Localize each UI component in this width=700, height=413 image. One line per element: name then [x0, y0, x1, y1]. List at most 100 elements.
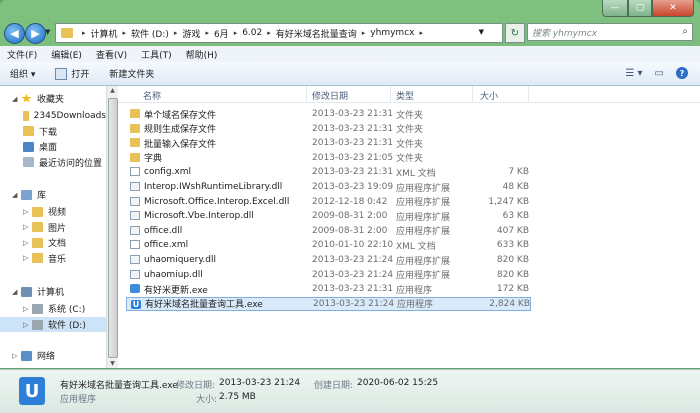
- file-name: 规则生成保存文件: [144, 125, 217, 136]
- breadcrumb-separator-icon[interactable]: ▸: [82, 29, 86, 37]
- file-row[interactable]: 规则生成保存文件 2013-03-23 21:31 文件夹: [126, 122, 531, 136]
- file-row[interactable]: Microsoft.Vbe.Interop.dll 2009-08-31 2:00…: [126, 209, 531, 223]
- column-type[interactable]: 类型: [396, 89, 414, 102]
- scroll-up-icon[interactable]: ▲: [108, 87, 117, 94]
- sidebar-item-library[interactable]: ▷ 音乐: [0, 251, 106, 266]
- search-icon[interactable]: ⌕: [682, 26, 688, 37]
- breadcrumb-separator-icon[interactable]: ▸: [234, 29, 238, 37]
- file-row[interactable]: 批量输入保存文件 2013-03-23 21:31 文件夹: [126, 136, 531, 150]
- expand-chevron-icon[interactable]: ▷: [23, 321, 32, 329]
- menu-item[interactable]: 帮助(H): [179, 48, 225, 61]
- sidebar-favorites[interactable]: ◢ 收藏夹: [0, 91, 106, 106]
- file-date: 2013-03-23 21:31: [312, 167, 394, 178]
- breadcrumb-item[interactable]: 游戏: [182, 27, 200, 40]
- file-type: 应用程序扩展: [396, 198, 451, 209]
- address-bar[interactable]: ▸ 计算机 ▸ 软件 (D:) ▸ 游戏 ▸ 6月 ▸ 6.02 ▸ 有好米域名批量查询 ▸ yhmymc…: [55, 23, 503, 43]
- menu-item[interactable]: 查看(V): [89, 48, 134, 61]
- file-name: 批量输入保存文件: [144, 139, 217, 150]
- folder-icon: [61, 28, 73, 38]
- new-folder-button[interactable]: 新建文件夹: [99, 67, 164, 80]
- forward-button[interactable]: ▶: [25, 23, 46, 44]
- expand-chevron-icon[interactable]: ▷: [23, 223, 32, 231]
- address-history-chevron-icon[interactable]: ▼: [479, 28, 484, 36]
- application-icon: U: [19, 377, 45, 405]
- column-size[interactable]: 大小: [480, 89, 498, 102]
- view-options-icon[interactable]: ☰ ▾: [625, 68, 642, 79]
- file-type: 应用程序: [397, 300, 434, 311]
- help-icon[interactable]: ?: [676, 67, 688, 79]
- close-button[interactable]: ✕: [652, 0, 694, 17]
- fold-icon: [32, 253, 43, 263]
- expand-chevron-icon[interactable]: ▷: [23, 208, 32, 216]
- column-date[interactable]: 修改日期: [312, 89, 348, 102]
- sidebar-item-favorite-label: 最近访问的位置: [39, 158, 103, 169]
- sidebar-libraries[interactable]: ◢ 库: [0, 187, 106, 202]
- breadcrumb-separator-icon[interactable]: ▸: [174, 29, 178, 37]
- expand-chevron-icon[interactable]: ▷: [23, 305, 32, 313]
- scroll-thumb[interactable]: [108, 98, 118, 358]
- expand-chevron-icon[interactable]: ◢: [12, 191, 21, 199]
- file-row[interactable]: U 有好米域名批量查询工具.exe 2013-03-23 21:24 应用程序 2,82…: [126, 296, 531, 311]
- sidebar-item-favorite[interactable]: 桌面: [0, 139, 106, 154]
- search-input[interactable]: 搜索 yhmymcx ⌕: [527, 23, 693, 41]
- view-controls: ☰ ▾ ▭ ?: [625, 67, 688, 79]
- breadcrumb-item[interactable]: 计算机: [91, 27, 118, 40]
- file-date: 2013-03-23 21:24: [312, 269, 394, 280]
- breadcrumb-separator-icon[interactable]: ▸: [123, 29, 127, 37]
- column-name[interactable]: 名称: [143, 89, 161, 102]
- breadcrumb-item[interactable]: 有好米域名批量查询: [276, 27, 357, 40]
- recent-pages-chevron-icon[interactable]: ▼: [45, 28, 53, 36]
- expand-chevron-icon[interactable]: ▷: [12, 352, 21, 360]
- expand-chevron-icon[interactable]: ◢: [12, 288, 21, 296]
- breadcrumb-item[interactable]: yhmymcx: [370, 28, 414, 38]
- file-row[interactable]: Interop.IWshRuntimeLibrary.dll 2013-03-23…: [126, 180, 531, 194]
- file-date: 2009-08-31 2:00: [312, 225, 388, 236]
- breadcrumb-item[interactable]: 软件 (D:): [131, 27, 169, 40]
- file-row[interactable]: 单个域名保存文件 2013-03-23 21:31 文件夹: [126, 107, 531, 121]
- file-row[interactable]: Microsoft.Office.Interop.Excel.dll 2012-1…: [126, 195, 531, 209]
- file-row[interactable]: uhaomiup.dll 2013-03-23 21:24 应用程序扩展 820 KB: [126, 268, 531, 282]
- breadcrumb-separator-icon[interactable]: ▸: [205, 29, 209, 37]
- expand-chevron-icon[interactable]: ▷: [23, 239, 32, 247]
- file-row[interactable]: 有好米更新.exe 2013-03-23 21:31 应用程序 172 KB: [126, 282, 531, 296]
- file-row[interactable]: config.xml 2013-03-23 21:31 XML 文档 7 KB: [126, 165, 531, 179]
- sidebar-item-drive[interactable]: ▷ 系统 (C:): [0, 301, 106, 316]
- sidebar-item-library[interactable]: ▷ 视频: [0, 204, 106, 219]
- sidebar-computer[interactable]: ◢ 计算机: [0, 284, 106, 299]
- sidebar-item-drive[interactable]: ▷ 软件 (D:): [0, 317, 106, 332]
- file-date: 2013-03-23 21:31: [312, 138, 394, 149]
- preview-pane-icon[interactable]: ▭: [655, 68, 664, 79]
- breadcrumb-separator-icon[interactable]: ▸: [362, 29, 366, 37]
- back-button[interactable]: ◀: [4, 23, 25, 44]
- sidebar-item-library[interactable]: ▷ 图片: [0, 220, 106, 235]
- sidebar-item-favorite[interactable]: 最近访问的位置: [0, 155, 106, 170]
- expand-chevron-icon[interactable]: ◢: [12, 95, 21, 103]
- breadcrumb-item[interactable]: 6月: [214, 27, 229, 40]
- sidebar-item-favorite[interactable]: 2345Downloads: [0, 108, 106, 123]
- minimize-button[interactable]: —: [602, 0, 628, 17]
- star-icon: [21, 93, 32, 103]
- menu-item[interactable]: 文件(F): [0, 48, 44, 61]
- file-row[interactable]: 字典 2013-03-23 21:05 文件夹: [126, 151, 531, 165]
- scroll-down-icon[interactable]: ▼: [108, 360, 117, 367]
- sidebar-network[interactable]: ▷ 网络: [0, 348, 106, 363]
- breadcrumb-separator-icon[interactable]: ▸: [267, 29, 271, 37]
- file-row[interactable]: office.dll 2009-08-31 2:00 应用程序扩展 407 KB: [126, 224, 531, 238]
- breadcrumb-item[interactable]: 6.02: [242, 28, 262, 38]
- open-button[interactable]: 打开: [45, 67, 99, 80]
- file-list: 名称 修改日期 类型 大小 单个域名保存文件 2013-03-23 21:31 文件…: [118, 86, 700, 368]
- sidebar-item-favorite[interactable]: 下载: [0, 124, 106, 139]
- sidebar-item-library[interactable]: ▷ 文档: [0, 235, 106, 250]
- file-size: 2,824 KB: [489, 298, 530, 309]
- expand-chevron-icon[interactable]: ▷: [23, 254, 32, 262]
- folder-file-icon: [130, 123, 140, 133]
- menu-item[interactable]: 编辑(E): [44, 48, 89, 61]
- file-row[interactable]: office.xml 2010-01-10 22:10 XML 文档 633 KB: [126, 238, 531, 252]
- menu-item[interactable]: 工具(T): [134, 48, 179, 61]
- organize-button[interactable]: 组织 ▾: [0, 67, 45, 80]
- breadcrumb-separator-icon[interactable]: ▸: [419, 29, 423, 37]
- nav-scrollbar[interactable]: ▲ ▼: [106, 86, 118, 368]
- file-row[interactable]: uhaomiquery.dll 2013-03-23 21:24 应用程序扩展 820…: [126, 253, 531, 267]
- maximize-button[interactable]: ▢: [628, 0, 652, 17]
- refresh-button[interactable]: ↻: [505, 23, 525, 43]
